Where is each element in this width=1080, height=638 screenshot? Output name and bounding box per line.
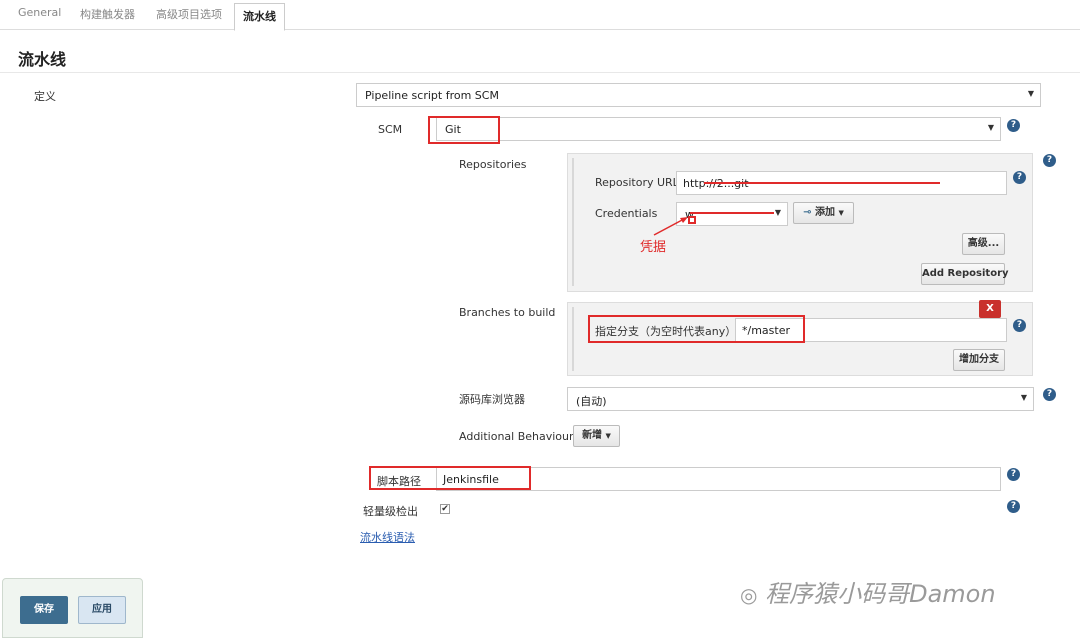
repository-browser-select[interactable]: (自动) ▼	[567, 387, 1034, 411]
credentials-annotation: 凭据	[640, 240, 667, 255]
definition-value: Pipeline script from SCM	[365, 89, 499, 102]
section-title: 流水线	[18, 50, 67, 69]
repository-browser-label: 源码库浏览器	[459, 393, 525, 406]
section-divider	[0, 72, 1080, 73]
definition-select[interactable]: Pipeline script from SCM ▼	[356, 83, 1041, 107]
repository-browser-value: (自动)	[576, 395, 607, 408]
chevron-down-icon: ▼	[605, 432, 611, 440]
tab-advanced-options[interactable]: 高级项目选项	[156, 6, 222, 22]
scm-select[interactable]: Git ▼	[436, 117, 1001, 141]
help-icon[interactable]: ?	[1007, 468, 1020, 481]
chevron-down-icon: ▼	[1020, 393, 1027, 402]
chevron-down-icon: ▼	[987, 123, 994, 132]
add-behaviour-button[interactable]: 新增 ▼	[573, 425, 620, 447]
redaction-strike	[690, 212, 774, 214]
scm-highlight-box	[428, 116, 500, 144]
script-path-highlight-box	[369, 466, 531, 490]
additional-behaviours-label: Additional Behaviours	[459, 430, 580, 443]
add-repository-button[interactable]: Add Repository	[921, 263, 1009, 285]
add-behaviour-label: 新增	[582, 430, 603, 441]
credentials-label: Credentials	[595, 207, 658, 220]
branch-highlight-box	[588, 315, 805, 343]
tab-general[interactable]: General	[18, 6, 61, 19]
chevron-down-icon: ▼	[838, 209, 844, 217]
definition-label: 定义	[34, 90, 56, 103]
lightweight-checkout-label: 轻量级检出	[363, 505, 418, 518]
help-icon[interactable]: ?	[1007, 500, 1020, 513]
panel-indent-bar	[572, 307, 574, 371]
tab-pipeline[interactable]: 流水线	[234, 3, 285, 31]
watermark: ◎ 程序猿小码哥Damon	[740, 574, 996, 609]
branches-label: Branches to build	[459, 306, 556, 319]
redaction-strike	[704, 182, 940, 184]
help-icon[interactable]: ?	[1013, 171, 1026, 184]
wechat-icon: ◎	[740, 583, 758, 607]
key-icon: ⊸	[803, 207, 812, 218]
advanced-button[interactable]: 高级...	[962, 233, 1005, 255]
help-icon[interactable]: ?	[1013, 319, 1026, 332]
tab-build-triggers[interactable]: 构建触发器	[80, 6, 135, 22]
help-icon[interactable]: ?	[1007, 119, 1020, 132]
chevron-down-icon: ▼	[774, 208, 781, 217]
delete-branch-button[interactable]: X	[979, 300, 1001, 318]
chevron-down-icon: ▼	[1027, 89, 1034, 98]
panel-indent-bar	[572, 158, 574, 286]
add-credentials-label: 添加	[815, 207, 835, 218]
add-credentials-button[interactable]: ⊸ 添加 ▼	[793, 202, 854, 224]
watermark-text: 程序猿小码哥Damon	[765, 580, 996, 608]
pipeline-syntax-link[interactable]: 流水线语法	[360, 529, 415, 545]
config-tab-bar: General 构建触发器 高级项目选项 流水线	[0, 0, 1080, 31]
annotation-arrow	[653, 217, 688, 236]
save-button[interactable]: 保存	[20, 596, 68, 624]
help-icon[interactable]: ?	[1043, 388, 1056, 401]
scm-label: SCM	[378, 123, 403, 136]
repository-url-label: Repository URL	[595, 176, 679, 189]
apply-button[interactable]: 应用	[78, 596, 126, 624]
repositories-label: Repositories	[459, 158, 527, 171]
help-icon[interactable]: ?	[1043, 154, 1056, 167]
add-branch-button[interactable]: 增加分支	[953, 349, 1005, 371]
lightweight-checkbox[interactable]: ✔	[440, 504, 450, 514]
